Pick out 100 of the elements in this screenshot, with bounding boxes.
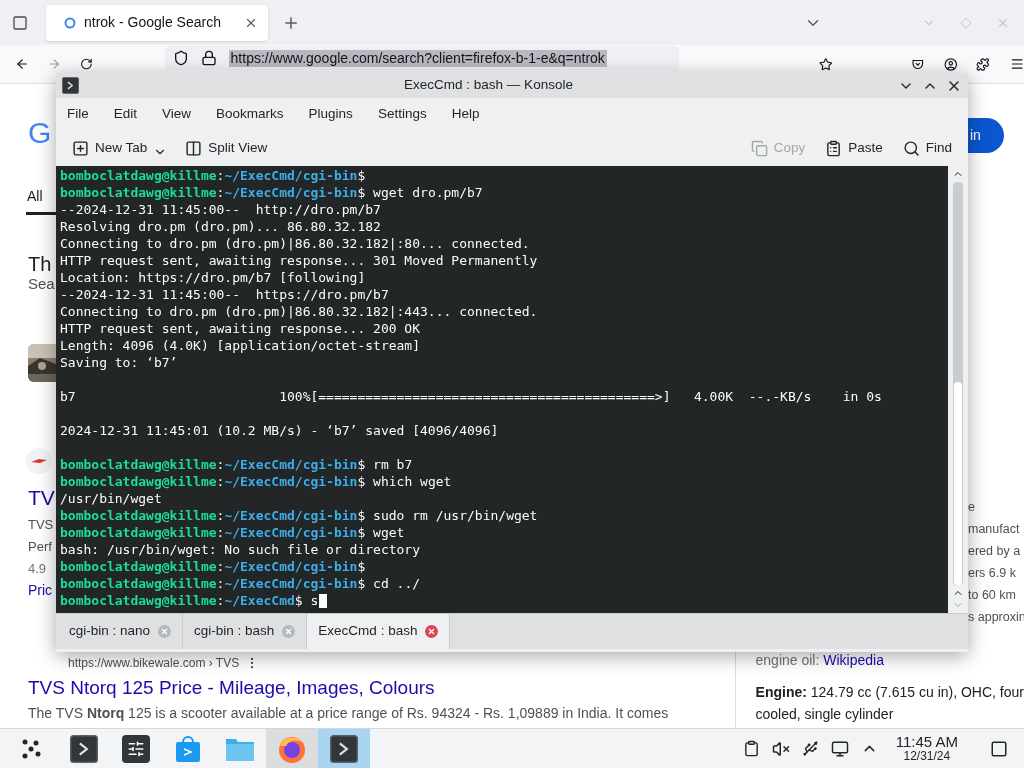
taskbar-app[interactable]: [318, 729, 370, 768]
copy-icon: [750, 139, 768, 157]
command-text: $ cd ../: [357, 575, 421, 592]
prompt-separator: :: [216, 524, 225, 541]
bookmark-star-icon[interactable]: [819, 55, 833, 73]
result-url[interactable]: https://www.bikewale.com › TVS: [68, 654, 240, 672]
browser-tab[interactable]: ntrok - Google Search: [46, 4, 268, 41]
prompt-path: ~/ExecCmd/cgi-bin: [224, 456, 358, 473]
terminal-output: 2024-12-31 11:45:01 (10.2 MB/s) - ‘b7’ saved [4096/4096]: [60, 422, 500, 439]
tab-title: ntrok - Google Search: [84, 13, 222, 32]
reload-icon[interactable]: [79, 56, 93, 72]
store-bag-icon[interactable]: [175, 734, 201, 763]
prompt-path: ~/ExecCmd/cgi-bin: [224, 575, 358, 592]
menu-item[interactable]: File: [67, 103, 89, 125]
prompt-separator: :: [216, 167, 225, 184]
window-title: ExecCmd : bash — Konsole: [403, 76, 574, 95]
terminal-output: Length: 4096 (4.0K) [application/octet-stream]: [60, 337, 422, 354]
command-text: $ wget dro.pm/b7: [357, 184, 483, 201]
terminal-output: bash: /usr/bin/wget: No such file or directory: [60, 541, 422, 558]
terminal-output: Saving to: ‘b7’: [60, 354, 179, 371]
terminal-output: Connecting to dro.pm (dro.pm)|86.80.32.182|:80... connected.: [60, 235, 531, 252]
terminal-output: /usr/bin/wget: [60, 490, 163, 507]
google-logo: G: [28, 118, 53, 148]
prompt-user: bomboclatdawg@killme: [60, 558, 217, 575]
result-snippet: TVS: [28, 517, 55, 532]
lock-icon[interactable]: [200, 50, 217, 66]
command-text: $ rm b7: [357, 456, 413, 473]
command-text: $ s: [294, 592, 319, 609]
panel-text: engine oil:: [755, 652, 821, 670]
prompt-path: ~/ExecCmd/cgi-bin: [224, 507, 358, 524]
command-text: $: [357, 558, 366, 575]
new-tab-button[interactable]: New Tab: [68, 137, 172, 159]
price-link[interactable]: Pric: [28, 583, 56, 598]
prompt-separator: :: [216, 456, 225, 473]
prompt-separator: :: [216, 184, 225, 201]
terminal-output: b7 100%[===========================================>] 4.00K --.-KB/s in 0s: [60, 388, 883, 405]
network-icon[interactable]: [830, 739, 849, 758]
rating-value: 4.9: [28, 561, 48, 576]
paste-button[interactable]: Paste: [821, 137, 887, 159]
result-title[interactable]: TV: [28, 486, 56, 510]
terminal-output: Resolving dro.pm (dro.pm)... 86.80.32.182: [60, 218, 382, 235]
terminal-output: --2024-12-31 11:45:00-- http://dro.pm/b7: [60, 201, 382, 218]
command-text: $ which wget: [357, 473, 452, 490]
terminal-icon: [70, 734, 98, 763]
shield-icon[interactable]: [172, 50, 189, 66]
account-icon[interactable]: [944, 55, 959, 73]
terminal-output: HTTP request sent, awaiting response... 200 OK: [60, 320, 422, 337]
menu-item[interactable]: Help: [451, 103, 480, 125]
sign-in-button[interactable]: in: [968, 118, 1004, 153]
prompt-separator: :: [216, 473, 225, 490]
prompt-user: bomboclatdawg@killme: [60, 184, 217, 201]
prompt-separator: :: [216, 558, 225, 575]
prompt-separator: :: [216, 507, 225, 524]
prompt-path: ~/ExecCmd/cgi-bin: [224, 184, 358, 201]
prompt-separator: :: [216, 592, 225, 609]
find-button[interactable]: Find: [898, 137, 956, 159]
prompt-path: ~/ExecCmd/cgi-bin: [224, 167, 358, 184]
terminal-output: HTTP request sent, awaiting response... 301 Moved Permanently: [60, 252, 539, 269]
settings-icon[interactable]: [122, 734, 150, 763]
extensions-icon[interactable]: [976, 55, 990, 73]
find-icon: [902, 139, 920, 157]
clipboard-icon[interactable]: [742, 740, 760, 757]
command-text: $ wget: [357, 524, 405, 541]
menu-item[interactable]: Bookmarks: [216, 103, 284, 125]
site-favicon: [26, 448, 52, 474]
terminal-tab[interactable]: ExecCmd : bash: [307, 614, 451, 649]
panel-text: Engine: 124.79 cc (7.615 cu in), OHC, four: [755, 684, 1024, 701]
wikipedia-link[interactable]: Wikipedia: [823, 652, 884, 671]
prompt-user: bomboclatdawg@killme: [60, 456, 217, 473]
prompt-user: bomboclatdawg@killme: [60, 507, 217, 524]
panel-text: ers 6.9 k: [968, 565, 1017, 581]
menu-item[interactable]: Plugins: [308, 103, 353, 125]
terminal-icon: [330, 734, 358, 763]
result-snippet: The TVS Ntorq 125 is a scooter available at a price range of Rs. 94324 - Rs. 1,09889 in India. It comes: [28, 704, 670, 722]
scrollbar-handle[interactable]: [954, 382, 962, 585]
terminal-icon: [62, 77, 79, 94]
prompt-path: ~/ExecCmd/cgi-bin: [224, 524, 358, 541]
tab-list-icon[interactable]: [12, 14, 28, 31]
clock[interactable]: 11:45 AM 12/31/24: [895, 733, 958, 764]
panel-text: e: [968, 499, 976, 515]
prompt-path: ~/ExecCmd/cgi-bin: [224, 558, 358, 575]
menu-item[interactable]: Edit: [113, 103, 138, 125]
usb-icon[interactable]: [801, 740, 819, 757]
prompt-user: bomboclatdawg@killme: [60, 473, 217, 490]
prompt-separator: :: [216, 575, 225, 592]
section-subtitle: Sea: [28, 275, 56, 292]
address-bar[interactable]: https://www.google.com/search?client=firefox-b-1-e&q=ntrok: [164, 46, 680, 70]
command-text: $: [357, 167, 366, 184]
terminal-output: Connecting to dro.pm (dro.pm)|86.80.32.182|:443... connected.: [60, 303, 539, 320]
show-desktop-icon[interactable]: [990, 739, 1008, 758]
menu-item[interactable]: View: [162, 103, 192, 125]
result-title[interactable]: TVS Ntorq 125 Price - Mileage, Images, Colours: [28, 676, 735, 700]
prompt-user: bomboclatdawg@killme: [60, 524, 217, 541]
url-text[interactable]: https://www.google.com/search?client=firefox-b-1-e&q=ntrok: [228, 49, 607, 67]
menu-item[interactable]: Settings: [377, 103, 427, 125]
panel-text: manufact: [968, 521, 1021, 537]
split-button[interactable]: Split View: [181, 137, 272, 159]
prompt-user: bomboclatdawg@killme: [60, 167, 217, 184]
terminal-output: --2024-12-31 11:45:00-- https://dro.pm/b7: [60, 286, 390, 303]
muted-speaker-icon[interactable]: [771, 739, 790, 758]
